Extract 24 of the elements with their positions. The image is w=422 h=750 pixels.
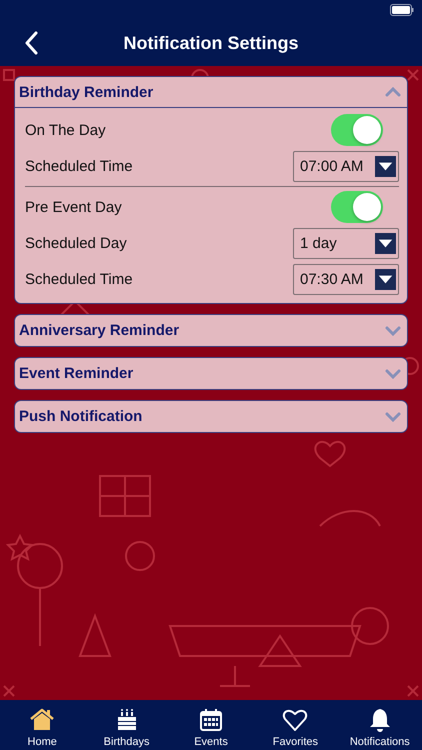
setting-label: Scheduled Time xyxy=(25,158,133,174)
battery-icon xyxy=(390,4,414,16)
heart-icon xyxy=(282,707,308,733)
tab-bar-item[interactable]: Favorites xyxy=(253,700,338,750)
section-header[interactable]: Birthday Reminder xyxy=(15,77,407,108)
setting-label: Scheduled Day xyxy=(25,234,127,252)
tab-bar-item[interactable]: Notifications xyxy=(338,700,422,750)
dropdown-field[interactable]: 1 day xyxy=(293,228,399,258)
screen-title: Notification Settings xyxy=(124,32,298,54)
setting-label: On The Day xyxy=(25,122,106,138)
home-icon xyxy=(29,707,56,733)
calendar-icon xyxy=(198,707,224,733)
tab-bar-item[interactable]: Birthdays xyxy=(84,700,169,750)
section-header[interactable]: Event Reminder xyxy=(15,358,407,389)
section-header[interactable]: Push Notification xyxy=(15,401,407,432)
tab-bar-item[interactable]: Events xyxy=(168,700,254,750)
dropdown-field[interactable]: 07:30 AM xyxy=(293,264,399,294)
tab-bar-item[interactable]: Home xyxy=(0,700,84,750)
section-header[interactable]: Anniversary Reminder xyxy=(15,315,407,346)
setting-label: Scheduled Time xyxy=(25,270,133,288)
setting-label: Pre Event Day xyxy=(25,198,122,216)
toggle-switch[interactable] xyxy=(331,191,383,223)
dropdown-field[interactable]: 07:00 AM xyxy=(293,150,399,182)
toggle-switch[interactable] xyxy=(331,114,383,146)
